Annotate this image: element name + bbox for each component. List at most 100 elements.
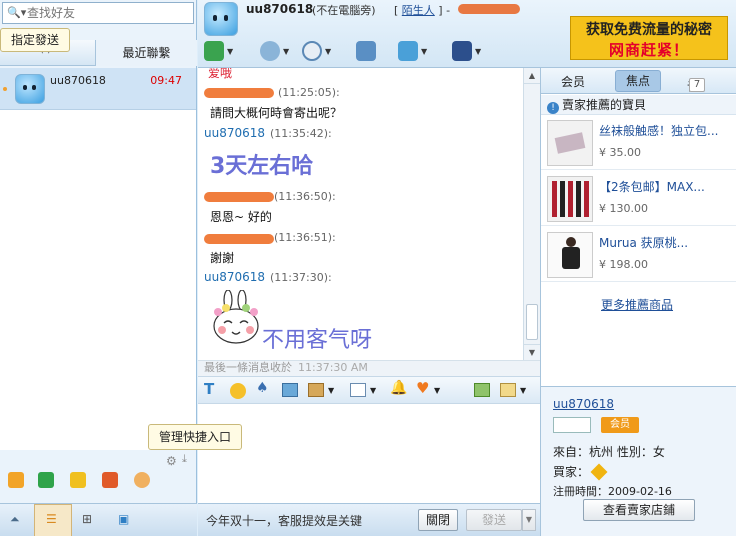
- compose-toolbar: T ♠ ▼ ▼ 🔔 ♥ ▼ ▼: [198, 376, 540, 404]
- calendar-icon[interactable]: [8, 472, 24, 488]
- search-scope-dropdown[interactable]: 🔍▾: [7, 6, 26, 19]
- product-name[interactable]: 【2条包邮】MAX...: [599, 178, 705, 195]
- product-image[interactable]: [547, 232, 593, 278]
- message-time: (11:35:42):: [270, 127, 332, 140]
- chat-history[interactable]: 爱哦 (11:25:05): 請問大概何時會寄出呢？ uu870618 (11:…: [198, 68, 540, 360]
- close-button[interactable]: 關閉: [418, 509, 458, 531]
- search-input[interactable]: [27, 4, 187, 22]
- product-price: ¥ 130.00: [599, 202, 648, 215]
- download-icon[interactable]: ⤓: [182, 452, 187, 466]
- chat-header: uu870618 (不在電腦旁) [ 陌生人 ] - 获取免费流量的秘密 网商赶…: [198, 0, 736, 68]
- send-file-button[interactable]: ▼: [204, 41, 233, 63]
- product-name[interactable]: 丝袜般触感！独立包...: [599, 122, 718, 139]
- hand-icon[interactable]: [134, 472, 150, 488]
- compose-input[interactable]: [198, 404, 540, 504]
- webcam-icon: [302, 41, 322, 61]
- more-products-link[interactable]: 更多推薦商品: [601, 296, 673, 313]
- magic-hat-icon[interactable]: ♠: [256, 380, 269, 396]
- add-contact-button[interactable]: [356, 41, 376, 63]
- folder-icon[interactable]: [70, 472, 86, 488]
- buyer-badges-icon: [553, 417, 591, 433]
- history-icon[interactable]: [500, 383, 516, 397]
- unread-dot: [3, 87, 7, 91]
- screenshot-icon[interactable]: [282, 383, 298, 397]
- right-panel: 会员 焦点 订单7 !賣家推薦的寶貝 丝袜般触感！独立包... ¥ 35.00 …: [540, 68, 736, 536]
- tab-recent[interactable]: 最近聯繫: [95, 40, 197, 66]
- recommend-title: 賣家推薦的寶貝: [562, 98, 647, 112]
- police-button[interactable]: ▼: [452, 41, 481, 63]
- microphone-icon: [260, 41, 280, 61]
- font-icon[interactable]: T: [204, 380, 214, 398]
- compose-bottom-bar: 今年双十一，客服提效是关键 關閉 發送 ▼: [198, 503, 540, 536]
- contact-item[interactable]: uu870618 09:47: [0, 68, 196, 110]
- quick-phrase-icon[interactable]: [350, 383, 366, 397]
- header-toolbar: ▼ ▼ ▼ ▼ ▼: [198, 38, 558, 66]
- scroll-up-icon[interactable]: ▲: [524, 68, 540, 84]
- last-message-label: 最後一條消息收於: [204, 361, 292, 374]
- collapse-up-icon[interactable]: ⏶: [10, 512, 20, 527]
- tab-focus[interactable]: 焦点: [615, 70, 661, 92]
- view-store-button[interactable]: 查看賣家店鋪: [583, 499, 695, 521]
- history-dropdown-icon[interactable]: ▼: [520, 386, 526, 395]
- redacted-sender: [204, 88, 274, 98]
- window-tool-icon[interactable]: ▣: [118, 512, 129, 526]
- scroll-down-icon[interactable]: ▼: [524, 344, 540, 360]
- settings-tool-icon[interactable]: ⊞: [82, 512, 92, 526]
- search-box[interactable]: 🔍▾: [2, 2, 194, 24]
- bell-icon[interactable]: 🔔: [390, 380, 407, 396]
- relation-suffix: ] -: [438, 4, 451, 17]
- message-text-large: 不用客气呀: [262, 328, 373, 353]
- redacted-name: [458, 4, 520, 14]
- image-icon[interactable]: [308, 383, 324, 397]
- ad-banner[interactable]: 获取免费流量的秘密 网商赶紧！: [570, 16, 728, 60]
- header-avatar[interactable]: [204, 2, 238, 36]
- message-text: 請問大概何時會寄出呢？: [210, 106, 343, 120]
- redacted-sender: [204, 192, 274, 202]
- partial-message: 爱哦: [208, 68, 233, 80]
- scroll-thumb[interactable]: [526, 304, 538, 340]
- tab-member[interactable]: 会员: [561, 73, 585, 90]
- header-contact-name: uu870618: [246, 2, 314, 16]
- product-item[interactable]: 【2条包邮】MAX... ¥ 130.00: [541, 172, 736, 226]
- voice-button[interactable]: ▼: [260, 41, 289, 63]
- message-time: (11:25:05):: [278, 86, 340, 99]
- heart-icon[interactable]: ♥: [416, 379, 429, 397]
- left-quick-tools: [0, 466, 197, 496]
- contact-list-area: [0, 110, 196, 450]
- buyer-id-link[interactable]: uu870618: [553, 397, 614, 411]
- product-price: ¥ 198.00: [599, 258, 648, 271]
- buyer-from: 來自：杭州 性別：女: [553, 445, 665, 459]
- contact-time: 09:47: [150, 74, 182, 87]
- remote-assist-button[interactable]: ▼: [398, 41, 427, 63]
- buyer-info: uu870618 会员 來自：杭州 性別：女 買家： 注冊時間：2009-02-…: [541, 386, 736, 536]
- product-item[interactable]: Murua 获原桃... ¥ 198.00: [541, 228, 736, 282]
- product-name[interactable]: Murua 获原桃...: [599, 234, 688, 251]
- message-time: (11:37:30):: [270, 271, 332, 284]
- send-options-dropdown[interactable]: ▼: [522, 509, 536, 531]
- message-time: (11:36:51):: [274, 231, 336, 244]
- send-button[interactable]: 發送: [466, 509, 522, 531]
- last-message-status: 最後一條消息收於 11:37:30 AM: [198, 360, 540, 376]
- recommend-header: ! 賣家推薦的寶貝: [541, 95, 736, 115]
- message-log-icon[interactable]: [474, 383, 490, 397]
- product-image[interactable]: [547, 120, 593, 166]
- relation-link[interactable]: 陌生人: [402, 4, 435, 17]
- emoticon-icon[interactable]: [230, 383, 246, 399]
- quick-phrase-dropdown-icon[interactable]: ▼: [370, 386, 376, 395]
- remote-screen-icon: [398, 41, 418, 61]
- menu-tool-icon[interactable]: ☰: [46, 512, 57, 526]
- heart-dropdown-icon[interactable]: ▼: [434, 386, 440, 395]
- ad-line2: 网商赶紧！: [608, 41, 689, 59]
- chat-scrollbar[interactable]: ▲ ▼: [523, 68, 540, 360]
- vip-badge: 会员: [601, 417, 639, 433]
- shop-icon[interactable]: [102, 472, 118, 488]
- image-dropdown-icon[interactable]: ▼: [328, 386, 334, 395]
- header-relation: [ 陌生人 ] -: [394, 2, 450, 18]
- product-image[interactable]: [547, 176, 593, 222]
- promo-hint[interactable]: 今年双十一，客服提效是关键: [206, 512, 362, 529]
- message-time: (11:36:50):: [274, 190, 336, 203]
- police-icon: [452, 41, 472, 61]
- video-button[interactable]: ▼: [302, 41, 331, 63]
- product-item[interactable]: 丝袜般触感！独立包... ¥ 35.00: [541, 116, 736, 170]
- gift-icon[interactable]: [38, 472, 54, 488]
